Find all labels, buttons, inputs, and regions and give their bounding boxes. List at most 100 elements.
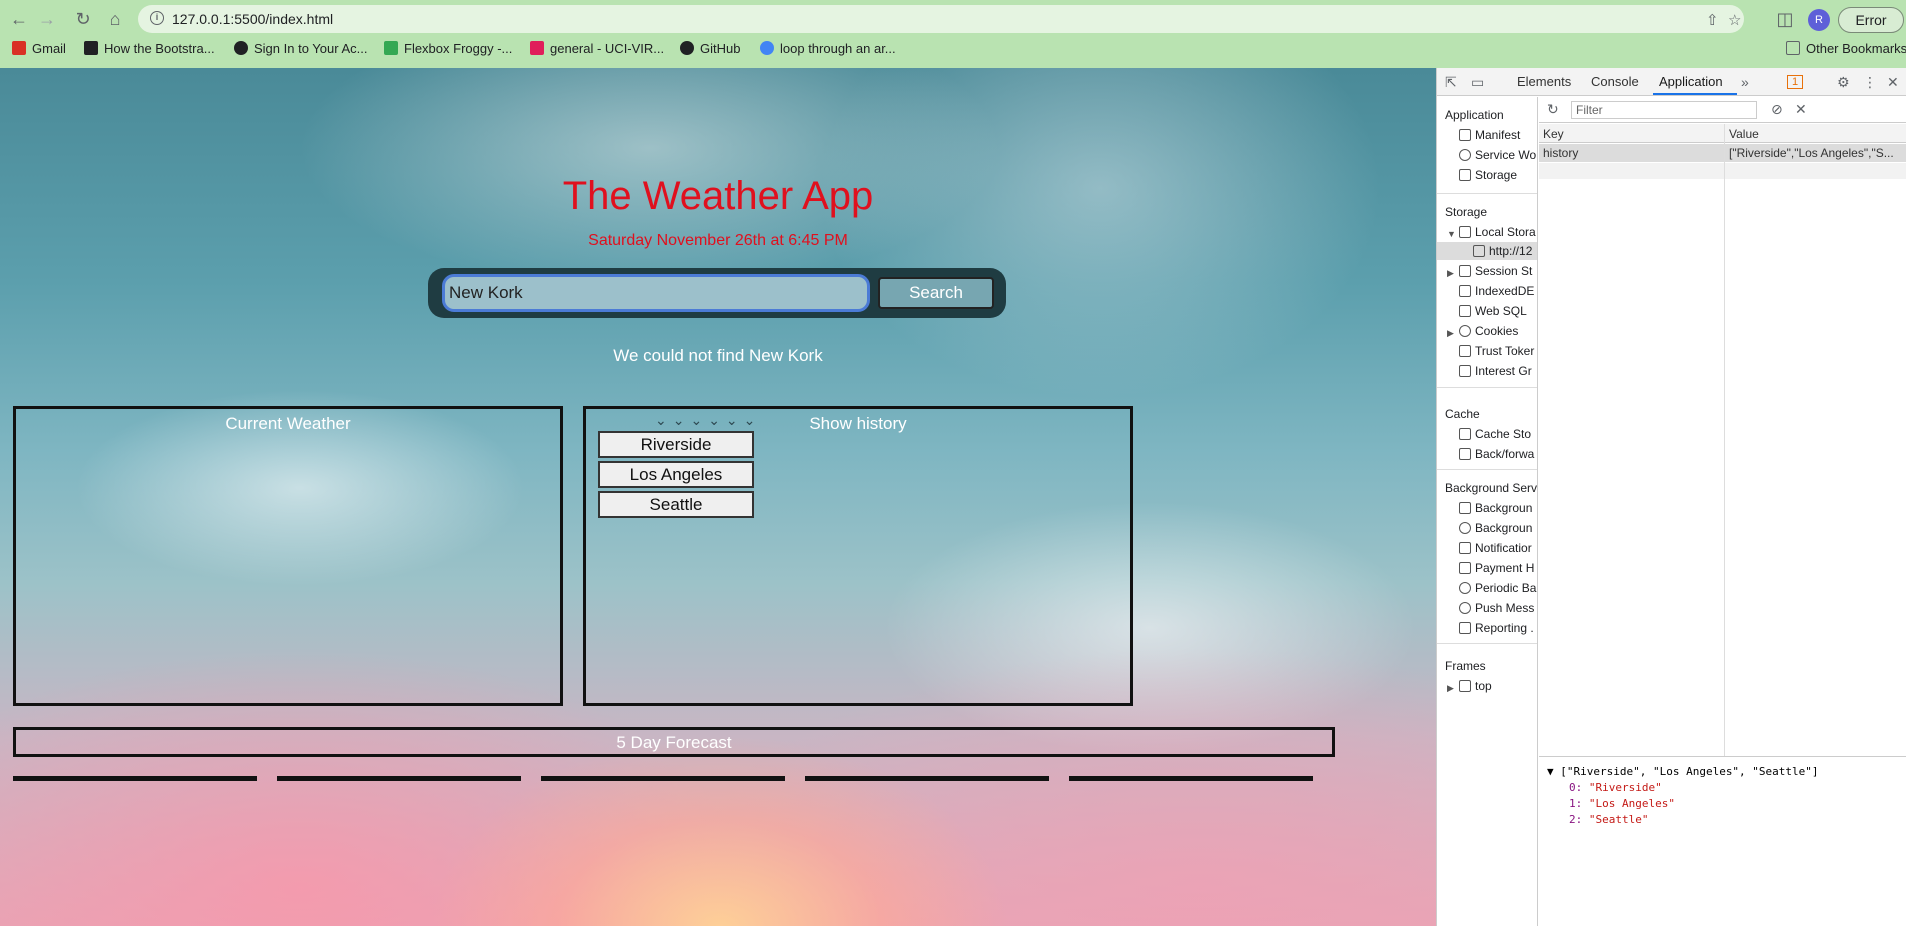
issues-badge[interactable]: 1 [1787, 75, 1804, 89]
sidebar-item-background-sync[interactable]: Backgroun [1459, 521, 1532, 535]
back-icon[interactable]: ← [8, 8, 30, 30]
search-form: New Kork Search [428, 268, 1006, 318]
history-button-seattle[interactable]: Seattle [598, 491, 754, 518]
sidebar-item-notifications[interactable]: Notificatior [1459, 541, 1532, 555]
cookie-icon [1459, 325, 1471, 337]
forecast-day-card [277, 776, 521, 781]
url-text: 127.0.0.1:5500/index.html [172, 11, 334, 27]
more-options-icon[interactable]: ⋮ [1863, 74, 1877, 91]
sidebar-item-indexeddb[interactable]: IndexedDE [1459, 284, 1534, 298]
settings-gear-icon[interactable]: ⚙ [1837, 74, 1850, 91]
sidebar-item-trust-tokens[interactable]: Trust Toker [1459, 344, 1534, 358]
sidebar-item-periodic-background-sync[interactable]: Periodic Ba [1459, 581, 1536, 595]
history-button-riverside[interactable]: Riverside [598, 431, 754, 458]
more-tabs-icon[interactable]: » [1741, 74, 1749, 90]
bookmark-flexbox-froggy[interactable]: Flexbox Froggy -... [384, 41, 512, 56]
bell-icon [1459, 542, 1471, 554]
other-bookmarks[interactable]: Other Bookmarks [1786, 41, 1906, 56]
sidebar-heading-background-services: Background Serv [1445, 481, 1538, 495]
current-weather-title: Current Weather [225, 414, 351, 433]
preview-item: 2: "Seattle" [1569, 813, 1649, 826]
status-message: We could not find New Kork [613, 346, 823, 365]
sidebar-item-frame-top[interactable]: top [1459, 679, 1492, 693]
updown-arrows-icon [1459, 502, 1471, 514]
preview-summary[interactable]: ▼ ["Riverside", "Los Angeles", "Seattle"… [1547, 765, 1819, 778]
sidebar-heading-frames: Frames [1445, 659, 1486, 673]
table-row[interactable]: history ["Riverside","Los Angeles","S... [1539, 144, 1906, 162]
bookmark-google[interactable]: loop through an ar... [760, 41, 896, 56]
sidebar-item-cache-storage[interactable]: Cache Sto [1459, 427, 1531, 441]
sidebar-toggle-icon[interactable]: ◫ [1774, 8, 1796, 30]
history-panel: Show history Riverside Los Angeles Seatt… [583, 406, 1133, 706]
bookmark-bootstrap[interactable]: How the Bootstra... [84, 41, 215, 56]
forward-icon[interactable]: → [36, 8, 58, 30]
sidebar-item-local-storage-origin[interactable]: http://12 [1473, 244, 1532, 258]
sidebar-item-background-fetch[interactable]: Backgroun [1459, 501, 1532, 515]
sidebar-item-websql[interactable]: Web SQL [1459, 304, 1527, 318]
expand-arrow-icon[interactable]: ▶ [1447, 328, 1454, 339]
devtools-toolbar: ⇱ ▭ Elements Console Application » 1 ⚙ ⋮… [1437, 68, 1906, 96]
video-icon [84, 41, 98, 55]
history-button-los-angeles[interactable]: Los Angeles [598, 461, 754, 488]
sidebar-item-local-storage[interactable]: Local Stora [1459, 225, 1536, 239]
sidebar-divider [1437, 387, 1537, 388]
sidebar-item-payment-handler[interactable]: Payment H [1459, 561, 1534, 575]
sidebar-heading-cache: Cache [1445, 407, 1480, 421]
gmail-icon [12, 41, 26, 55]
close-devtools-icon[interactable]: ✕ [1887, 74, 1899, 91]
application-sidebar: Application Manifest Service Wo Storage … [1437, 97, 1538, 926]
cloud-icon [1459, 602, 1471, 614]
bookmark-slack[interactable]: general - UCI-VIR... [530, 41, 664, 56]
github-icon [680, 41, 694, 55]
storage-table-pane: ↻ Filter ⊘ ✕ Key Value history ["Riversi… [1539, 97, 1906, 926]
document-icon [1459, 129, 1471, 141]
sidebar-divider [1437, 469, 1537, 470]
filter-input[interactable]: Filter [1571, 101, 1757, 119]
tab-console[interactable]: Console [1591, 74, 1639, 89]
sidebar-item-push-messaging[interactable]: Push Mess [1459, 601, 1534, 615]
key-column-header[interactable]: Key [1543, 127, 1564, 141]
sidebar-divider [1437, 193, 1537, 194]
expand-arrow-icon[interactable]: ▶ [1447, 268, 1454, 279]
sidebar-item-cookies[interactable]: Cookies [1459, 324, 1518, 338]
share-icon[interactable]: ⇧ [1706, 11, 1719, 29]
sidebar-item-interest-groups[interactable]: Interest Gr [1459, 364, 1532, 378]
table-row-empty[interactable] [1539, 163, 1906, 179]
sidebar-item-reporting-api[interactable]: Reporting . [1459, 621, 1534, 635]
sidebar-item-back-forward-cache[interactable]: Back/forwa [1459, 447, 1534, 461]
clear-all-icon[interactable]: ⊘ [1771, 101, 1783, 118]
delete-selected-icon[interactable]: ✕ [1795, 101, 1807, 118]
sidebar-item-manifest[interactable]: Manifest [1459, 128, 1520, 142]
home-icon[interactable]: ⌂ [104, 8, 126, 30]
tab-elements[interactable]: Elements [1517, 74, 1571, 89]
error-button[interactable]: Error [1838, 7, 1904, 33]
refresh-icon[interactable]: ↻ [1547, 101, 1559, 118]
inspect-icon[interactable]: ⇱ [1445, 74, 1457, 91]
database-icon [1459, 365, 1471, 377]
search-button[interactable]: Search [878, 277, 994, 309]
row-value: ["Riverside","Los Angeles","S... [1729, 146, 1894, 160]
reload-icon[interactable]: ↻ [72, 8, 94, 30]
device-toolbar-icon[interactable]: ▭ [1471, 74, 1484, 91]
avatar[interactable]: R [1808, 9, 1830, 31]
search-input[interactable]: New Kork [442, 274, 870, 312]
tab-application[interactable]: Application [1659, 74, 1723, 89]
value-column-header[interactable]: Value [1729, 127, 1759, 141]
bookmark-github[interactable]: GitHub [680, 41, 740, 56]
devtools-panel: ⇱ ▭ Elements Console Application » 1 ⚙ ⋮… [1436, 68, 1906, 926]
expand-arrow-icon[interactable]: ▶ [1447, 683, 1454, 694]
bookmark-signin[interactable]: Sign In to Your Ac... [234, 41, 367, 56]
sidebar-item-service-workers[interactable]: Service Wo [1459, 148, 1536, 162]
sidebar-item-storage[interactable]: Storage [1459, 168, 1517, 182]
current-weather-panel: Current Weather [13, 406, 563, 706]
address-bar[interactable]: i 127.0.0.1:5500/index.html ⇧ ☆ [138, 5, 1744, 33]
sidebar-item-session-storage[interactable]: Session St [1459, 264, 1532, 278]
filter-toolbar: ↻ Filter ⊘ ✕ [1539, 97, 1906, 123]
window-icon [1459, 680, 1471, 692]
bookmark-gmail[interactable]: Gmail [12, 41, 66, 56]
expand-arrow-icon[interactable]: ▼ [1447, 229, 1456, 239]
info-icon[interactable]: i [150, 11, 164, 25]
forecast-title: 5 Day Forecast [616, 733, 732, 752]
bookmark-star-icon[interactable]: ☆ [1728, 11, 1741, 29]
folder-icon [1786, 41, 1800, 55]
